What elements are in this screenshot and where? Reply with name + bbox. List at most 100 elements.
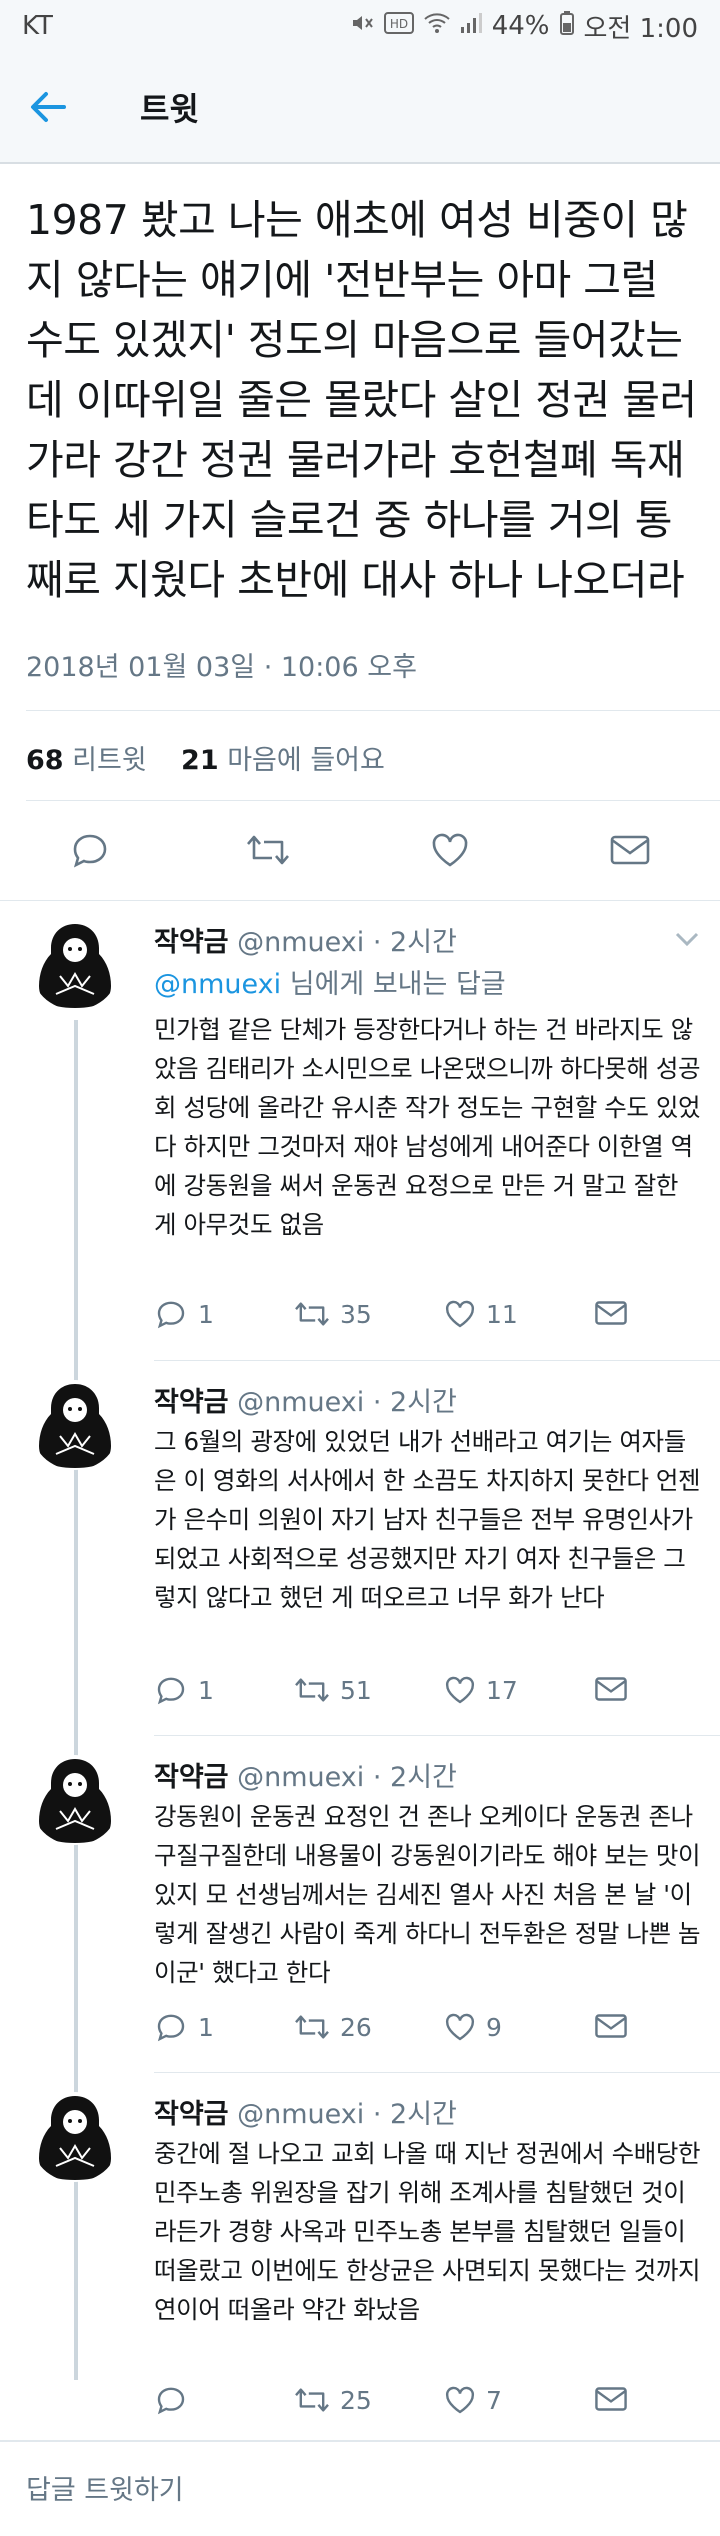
- like-button[interactable]: 7: [444, 2384, 502, 2416]
- author-handle: @nmuexi · 2시간: [237, 1387, 457, 1418]
- reply-button[interactable]: [60, 820, 120, 880]
- tweet-text: 1987 봤고 나는 애초에 여성 비중이 많지 않다는 얘기에 '전반부는 아…: [26, 196, 697, 604]
- reply-input-placeholder[interactable]: 답글 트윗하기: [26, 2468, 184, 2507]
- status-bar: KT HD 44% 오전 1:00: [0, 0, 720, 52]
- heart-icon: [445, 1300, 475, 1328]
- dm-button[interactable]: [594, 1298, 628, 1328]
- tweet-stats: 68 리트윗 21 마음에 들어요: [26, 738, 385, 777]
- reply-icon: [157, 1677, 185, 1705]
- dm-button[interactable]: [594, 2011, 628, 2041]
- retweet-button[interactable]: 25: [294, 2384, 372, 2416]
- retweet-button[interactable]: 35: [294, 1298, 372, 1330]
- like-count[interactable]: 21: [181, 745, 219, 776]
- reply-icon: [73, 834, 107, 868]
- retweet-button[interactable]: [238, 820, 298, 880]
- reply-button[interactable]: 1: [154, 1298, 214, 1330]
- clock: 오전 1:00: [583, 13, 699, 44]
- retweet-count: 35: [340, 1299, 372, 1329]
- tweet-actions: [0, 820, 720, 880]
- like-button[interactable]: 11: [444, 1298, 518, 1330]
- reply-count: 1: [198, 1299, 214, 1329]
- avatar[interactable]: [30, 1755, 120, 1845]
- retweet-icon: [247, 835, 289, 865]
- chevron-down-icon[interactable]: [672, 926, 702, 950]
- reply-icon: [157, 1301, 185, 1329]
- reply-button[interactable]: [154, 2384, 198, 2416]
- like-count: 11: [486, 1299, 518, 1329]
- reply-actions: 25 7: [154, 2384, 714, 2424]
- section-divider: [0, 900, 720, 901]
- retweet-count: 51: [340, 1675, 372, 1705]
- wifi-icon: [424, 12, 450, 40]
- reply-text: 강동원이 운동권 요정인 건 존나 오케이다 운동권 존나 구질구질한데 내용물…: [154, 1802, 701, 1987]
- reply-to-line: @nmuexi 님에게 보내는 답글: [154, 962, 506, 1001]
- reply-text: 중간에 절 나오고 교회 나올 때 지난 정권에서 수배당한 민주노총 위원장을…: [154, 2139, 701, 2324]
- retweet-count: 25: [340, 2385, 372, 2415]
- reply-actions: 1 35 11: [154, 1298, 714, 1338]
- reply-actions: 1 26 9: [154, 2011, 714, 2051]
- reply-header: 작약금 @nmuexi · 2시간: [154, 1380, 457, 1419]
- retweet-icon: [295, 2015, 329, 2039]
- reply-button[interactable]: 1: [154, 2011, 214, 2043]
- like-count: 7: [486, 2385, 502, 2415]
- reply-header: 작약금 @nmuexi · 2시간: [154, 1755, 457, 1794]
- author-handle: @nmuexi · 2시간: [237, 927, 457, 958]
- retweet-button[interactable]: 51: [294, 1674, 372, 1706]
- avatar[interactable]: [30, 920, 120, 1010]
- like-button[interactable]: [420, 820, 480, 880]
- reply-icon: [157, 2014, 185, 2042]
- retweet-count[interactable]: 68: [26, 745, 64, 776]
- author-handle: @nmuexi · 2시간: [237, 1762, 457, 1793]
- reply-icon: [157, 2387, 185, 2415]
- dm-button[interactable]: [594, 2384, 628, 2414]
- dm-button[interactable]: [600, 820, 660, 880]
- carrier-label: KT: [22, 11, 53, 41]
- header-divider: [0, 162, 720, 164]
- like-label[interactable]: 마음에 들어요: [227, 745, 385, 776]
- envelope-icon: [595, 2387, 627, 2411]
- reply-actions: 1 51 17: [154, 1674, 714, 1714]
- divider: [26, 710, 720, 711]
- reply-divider: [154, 1360, 720, 1361]
- reply-count: 1: [198, 2012, 214, 2042]
- reply-text: 그 6월의 광장에 있었던 내가 선배라고 여기는 여자들은 이 영화의 서사에…: [154, 1427, 701, 1612]
- reply-button[interactable]: 1: [154, 1674, 214, 1706]
- dm-button[interactable]: [594, 1674, 628, 1704]
- app-header: 트윗: [0, 52, 720, 162]
- mention-link[interactable]: @nmuexi: [154, 969, 281, 1000]
- reply-divider: [154, 1735, 720, 1736]
- author-name[interactable]: 작약금: [154, 1762, 229, 1793]
- heart-icon: [445, 2013, 475, 2041]
- tweet-timestamp: 2018년 01월 03일 · 10:06 오후: [26, 652, 417, 683]
- svg-text:HD: HD: [390, 17, 408, 31]
- retweet-button[interactable]: 26: [294, 2011, 372, 2043]
- status-icons: HD 44% 오전 1:00: [350, 8, 698, 45]
- battery-icon: [559, 11, 574, 41]
- hd-icon: HD: [383, 12, 414, 40]
- heart-icon: [445, 1676, 475, 1704]
- reply-count: 1: [198, 1675, 214, 1705]
- reply-compose-bar[interactable]: 답글 트윗하기: [0, 2440, 720, 2536]
- heart-icon: [432, 833, 468, 867]
- envelope-icon: [595, 2014, 627, 2038]
- mute-icon: [350, 11, 374, 41]
- arrow-left-icon: [31, 92, 66, 122]
- page-title: 트윗: [140, 90, 199, 128]
- reply-header: 작약금 @nmuexi · 2시간: [154, 2092, 457, 2131]
- author-name[interactable]: 작약금: [154, 927, 229, 958]
- author-handle: @nmuexi · 2시간: [237, 2099, 457, 2130]
- avatar[interactable]: [30, 2092, 120, 2182]
- author-name[interactable]: 작약금: [154, 2099, 229, 2130]
- envelope-icon: [595, 1301, 627, 1325]
- like-button[interactable]: 9: [444, 2011, 502, 2043]
- retweet-icon: [295, 1678, 329, 1702]
- back-button[interactable]: [0, 52, 96, 162]
- like-button[interactable]: 17: [444, 1674, 518, 1706]
- envelope-icon: [610, 835, 650, 865]
- avatar[interactable]: [30, 1380, 120, 1470]
- like-count: 17: [486, 1675, 518, 1705]
- author-name[interactable]: 작약금: [154, 1387, 229, 1418]
- retweet-label[interactable]: 리트윗: [72, 745, 147, 776]
- reply-divider: [154, 2072, 720, 2073]
- reply-text: 민가협 같은 단체가 등장한다거나 하는 건 바라지도 않았음 김태리가 소시민…: [154, 1015, 701, 1239]
